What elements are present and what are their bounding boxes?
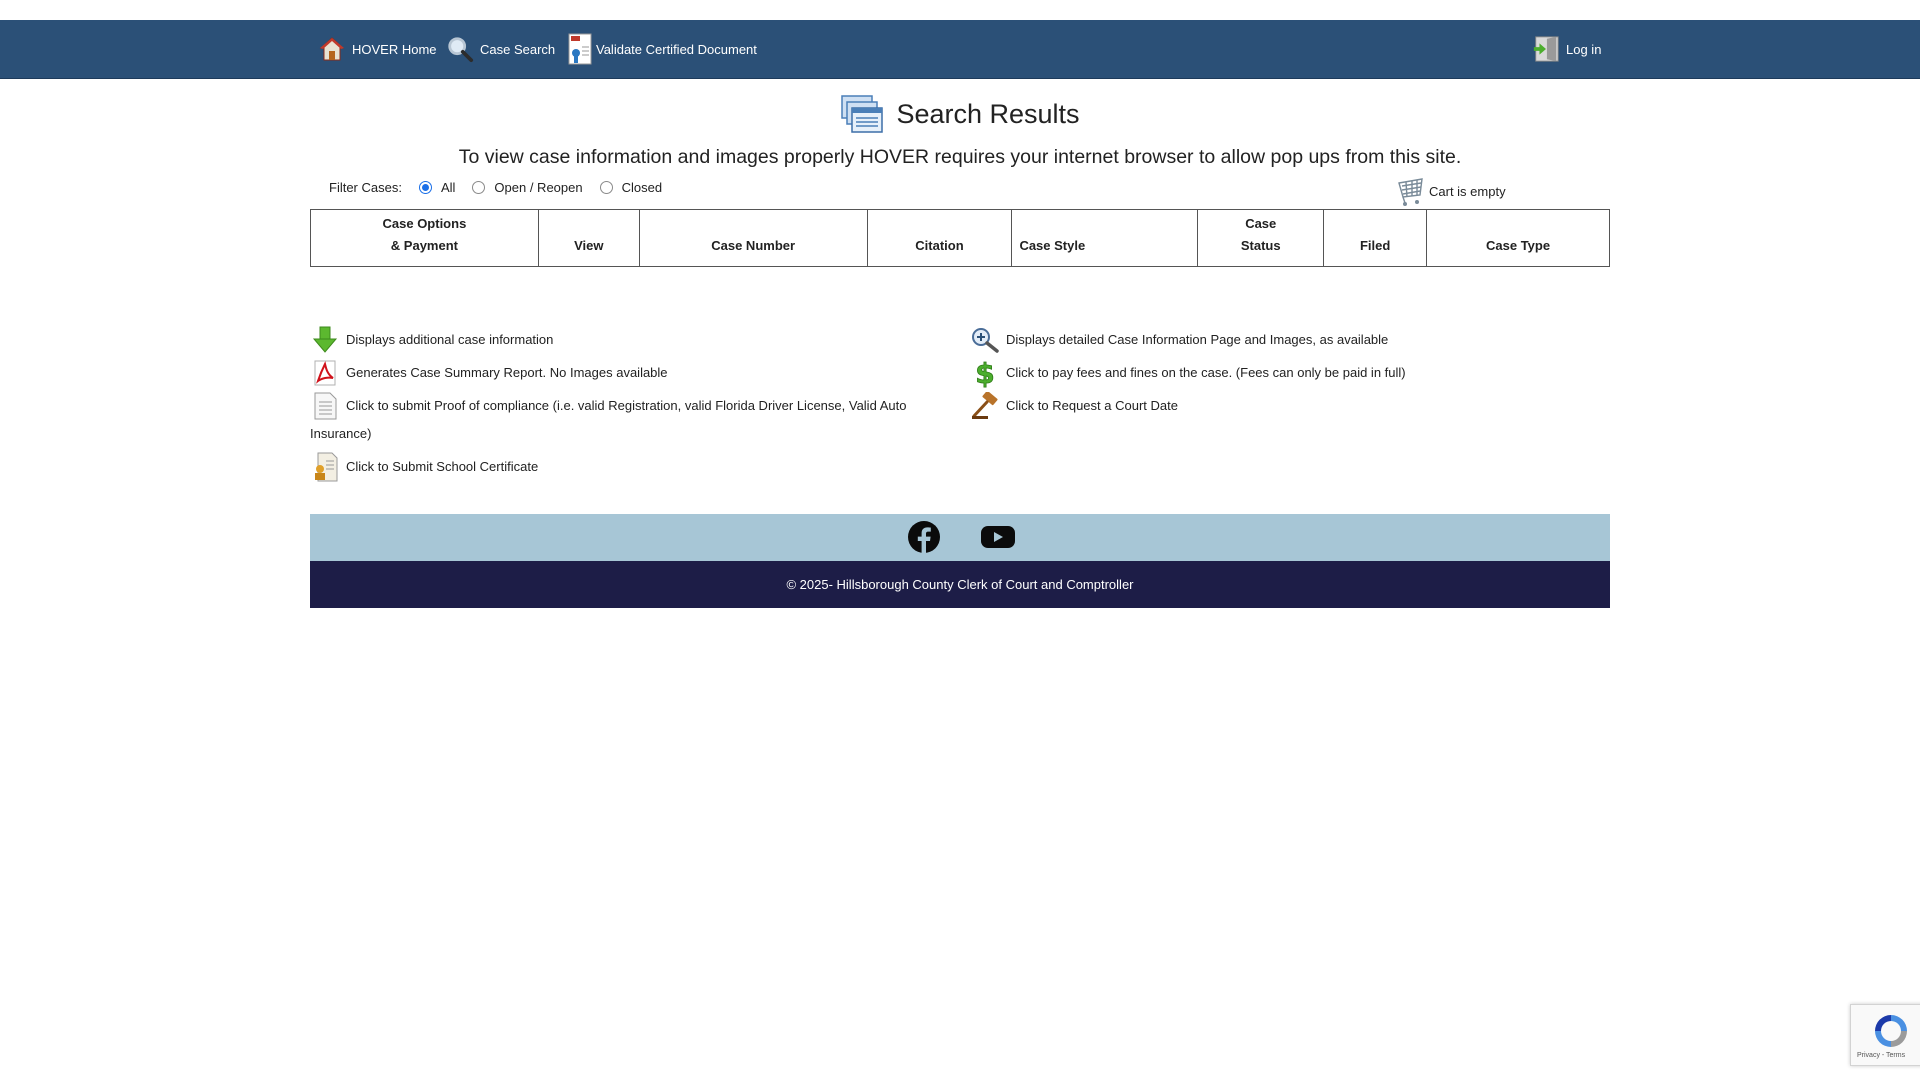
col-case-options-line1: Case Options [382,216,467,231]
nav-home-label: HOVER Home [352,41,437,57]
col-case-type-label: Case Type [1486,238,1551,253]
green-down-arrow-icon [310,326,340,354]
filter-option-open[interactable]: Open / Reopen [494,180,582,195]
dollar-icon: $ [970,358,1000,388]
page-title: Search Results [896,98,1080,129]
cart-label: Cart is empty [1429,183,1506,199]
legend-text: Displays additional case information [346,332,554,347]
home-icon [318,34,346,64]
legend-text: Click to Submit School Certificate [346,459,539,474]
recaptcha-links[interactable]: Privacy - Terms [1857,1052,1905,1059]
recaptcha-badge[interactable]: Privacy - Terms [1850,1004,1920,1066]
filter-radio-all[interactable] [418,180,432,194]
pdf-icon [310,359,340,387]
col-filed-label: Filed [1359,238,1391,253]
social-bar [310,514,1610,561]
col-view-label: View [574,238,604,253]
filter-option-all[interactable]: All [441,180,455,195]
document-icon [310,392,340,420]
icon-legend-left: Displays additional case information Gen… [310,326,950,486]
magnifier-plus-icon [970,326,1000,354]
col-filed[interactable]: Filed [1323,209,1428,267]
legend-item: Click to Request a Court Date [970,392,1610,420]
shopping-cart-icon [1395,175,1425,207]
results-stack-icon [840,94,884,134]
gavel-icon [970,392,1000,420]
youtube-icon[interactable] [980,524,1016,550]
filter-label: Filter Cases: [329,179,402,195]
legend-item: Generates Case Summary Report. No Images… [310,359,950,387]
col-case-type[interactable]: Case Type [1426,209,1610,267]
col-case-options-line2: & Payment [390,238,458,253]
page-title-wrap: Search Results [0,94,1920,134]
certificate-icon [310,452,340,482]
popup-notice: To view case information and images prop… [458,146,1462,168]
col-view[interactable]: View [537,209,640,267]
legend-text: Click to pay fees and fines on the case.… [1006,365,1406,380]
legend-item: Click to Submit School Certificate [310,452,950,482]
search-icon [446,34,474,64]
cart-status[interactable]: Cart is empty [1395,175,1506,207]
nav-case-search[interactable]: Case Search [446,32,555,66]
legend-text: Displays detailed Case Information Page … [1006,332,1389,347]
col-citation[interactable]: Citation [866,209,1013,267]
nav-login[interactable]: Log in [1532,32,1601,66]
filter-radio-open[interactable] [472,180,486,194]
nav-login-label: Log in [1566,41,1602,57]
legend-text: Click to Request a Court Date [1006,398,1178,413]
facebook-icon[interactable] [907,520,941,554]
col-case-number-label: Case Number [711,238,796,253]
case-filter: Filter Cases: All Open / Reopen Closed [329,178,679,196]
nav-validate-document[interactable]: Validate Certified Document [568,32,757,66]
results-table: Case Options & Payment View Case Number C… [310,209,1610,267]
top-navbar: HOVER Home Case Search Validate Certifie… [0,20,1920,79]
col-case-status-line1: Case [1245,216,1277,231]
col-case-status-line2: Status [1240,238,1281,253]
footer-copyright: © 2025- Hillsborough County Clerk of Cou… [786,577,1134,592]
nav-case-search-label: Case Search [480,41,556,57]
filter-option-closed[interactable]: Closed [622,180,662,195]
footer: © 2025- Hillsborough County Clerk of Cou… [310,561,1610,608]
icon-legend-right: Displays detailed Case Information Page … [970,326,1610,425]
col-case-style[interactable]: Case Style [1011,209,1199,267]
col-case-options[interactable]: Case Options & Payment [310,209,539,267]
legend-item: Displays detailed Case Information Page … [970,326,1610,354]
login-icon [1532,34,1560,64]
col-case-style-label: Case Style [1019,238,1086,253]
col-case-status[interactable]: Case Status [1197,209,1325,267]
nav-validate-label: Validate Certified Document [596,41,757,57]
legend-text: Click to submit Proof of compliance (i.e… [310,398,907,441]
legend-item: $ Click to pay fees and fines on the cas… [970,358,1610,388]
col-case-number[interactable]: Case Number [638,209,868,267]
filter-radio-closed[interactable] [599,180,613,194]
results-table-header-row: Case Options & Payment View Case Number C… [310,209,1610,267]
legend-item: Click to submit Proof of compliance (i.e… [310,392,950,448]
top-strip [0,0,1920,20]
svg-text:$: $ [975,358,994,388]
legend-item: Displays additional case information [310,326,950,354]
nav-hover-home[interactable]: HOVER Home [318,32,437,66]
recaptcha-icon [1871,1011,1911,1056]
legend-text: Generates Case Summary Report. No Images… [346,365,668,380]
col-citation-label: Citation [915,238,964,253]
certified-document-icon [568,33,592,65]
